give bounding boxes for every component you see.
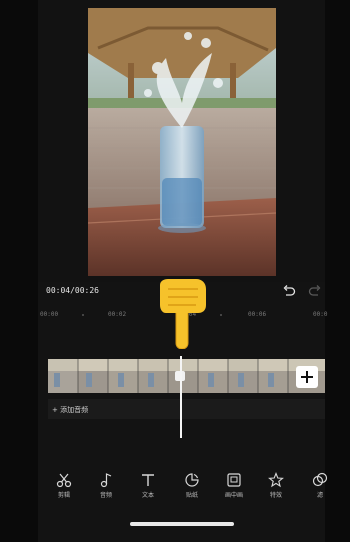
home-indicator[interactable]: [130, 522, 234, 526]
tool-text[interactable]: 文本: [128, 470, 168, 504]
video-preview[interactable]: [88, 8, 276, 276]
tool-label: 特效: [269, 492, 282, 499]
text-icon: [142, 474, 154, 486]
filter-icon: [312, 472, 328, 487]
pointing-hand-icon: [160, 279, 206, 349]
bottom-toolbar: 剪辑 音频 文本 贴纸 画中画 特效 滤: [38, 470, 328, 510]
plus-icon: [301, 371, 313, 383]
ruler-dot: [220, 314, 222, 316]
clip-thumbnails: [48, 359, 325, 393]
tool-label: 贴纸: [185, 492, 198, 499]
tool-edit[interactable]: 剪辑: [44, 470, 84, 504]
picture-in-picture-icon: [227, 473, 241, 487]
video-clip-track[interactable]: [48, 359, 325, 393]
undo-icon[interactable]: [282, 284, 296, 298]
tool-label: 滤: [316, 492, 323, 499]
redo-icon[interactable]: [308, 284, 322, 298]
add-audio-label: + 添加音频: [52, 406, 89, 414]
tool-filter[interactable]: 滤: [300, 470, 340, 504]
add-audio-row[interactable]: + 添加音频: [48, 399, 325, 419]
tool-label: 剪辑: [57, 492, 70, 499]
left-dark-strip: [0, 0, 38, 542]
ruler-label: 00:0: [313, 311, 328, 318]
playback-time: 00:04/00:26: [46, 286, 99, 295]
video-frame-image: [88, 8, 276, 276]
ruler-label: 00:02: [108, 311, 127, 318]
music-note-icon: [100, 473, 112, 488]
sticker-icon: [185, 473, 199, 487]
tool-label: 文本: [141, 492, 154, 499]
scissors-icon: [56, 473, 72, 488]
editor-screen: 00:04/00:26 00:00 00:02 00:04 00:06 00:0: [38, 0, 328, 542]
tool-label: 音频: [99, 492, 112, 499]
right-dark-strip: [325, 0, 350, 542]
tool-pip[interactable]: 画中画: [214, 470, 254, 504]
add-clip-button[interactable]: [296, 366, 318, 388]
ruler-dot: [82, 314, 84, 316]
ruler-label: 00:06: [248, 311, 267, 318]
effects-star-icon: [268, 472, 284, 488]
tool-audio[interactable]: 音频: [86, 470, 126, 504]
playhead[interactable]: [180, 356, 182, 438]
tool-effects[interactable]: 特效: [256, 470, 296, 504]
tool-label: 画中画: [224, 492, 243, 499]
tool-sticker[interactable]: 贴纸: [172, 470, 212, 504]
ruler-label: 00:00: [40, 311, 59, 318]
